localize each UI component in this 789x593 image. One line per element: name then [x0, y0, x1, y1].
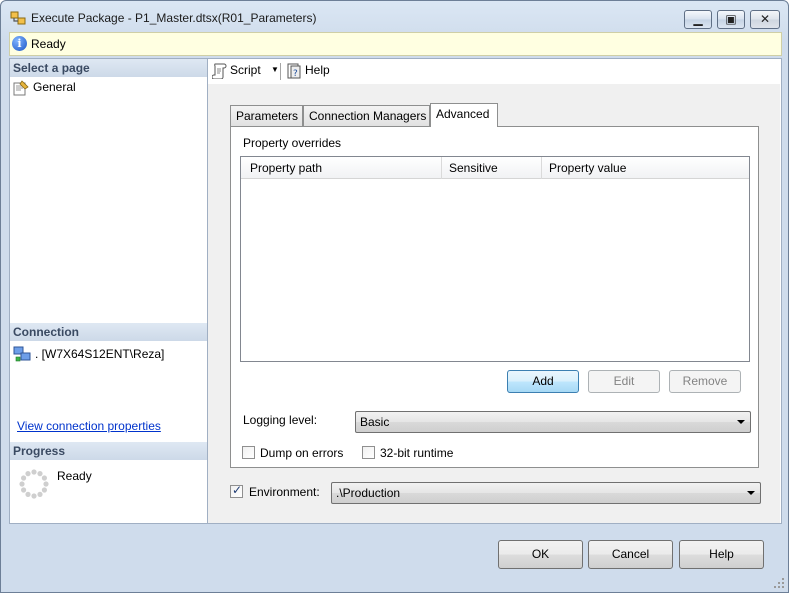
right-pane: Script ▼ ? Help Parameters Connection Ma…: [208, 58, 782, 524]
script-label: Script: [230, 63, 261, 77]
cancel-button[interactable]: Cancel: [588, 540, 673, 569]
package-icon: [10, 11, 26, 25]
tab-connection-managers[interactable]: Connection Managers: [303, 105, 430, 126]
checkmark-icon: ✓: [232, 483, 243, 497]
left-pane: Select a page General Connection . [W7X6…: [9, 58, 208, 524]
column-divider[interactable]: [441, 157, 442, 179]
help-icon: ?: [287, 63, 301, 79]
svg-text:?: ?: [293, 69, 298, 79]
status-text: Ready: [31, 37, 66, 51]
property-overrides-grid[interactable]: Property path Sensitive Property value: [240, 156, 750, 362]
close-icon: ✕: [759, 12, 771, 26]
maximize-icon: ▣: [725, 12, 737, 26]
help-label: Help: [305, 63, 330, 77]
add-button[interactable]: Add: [507, 370, 579, 393]
title-bar: Execute Package - P1_Master.dtsx(R01_Par…: [1, 1, 788, 31]
dump-on-errors-checkbox[interactable]: [242, 446, 255, 459]
dropdown-arrow-icon: [737, 420, 745, 424]
resize-grip-icon[interactable]: [774, 578, 784, 588]
dump-on-errors-label: Dump on errors: [260, 446, 344, 460]
dropdown-arrow-icon[interactable]: ▼: [271, 63, 279, 77]
remove-button[interactable]: Remove: [669, 370, 741, 393]
environment-label: Environment:: [249, 485, 320, 499]
toolbar-separator: [280, 63, 281, 80]
page-label: General: [33, 80, 76, 94]
progress-header: Progress: [10, 442, 207, 460]
close-button[interactable]: ✕: [750, 10, 780, 29]
connection-header: Connection: [10, 323, 207, 341]
column-header-property-value[interactable]: Property value: [549, 161, 626, 175]
info-icon: i: [12, 36, 27, 51]
page-icon: [13, 80, 29, 96]
grid-header: Property path Sensitive Property value: [241, 157, 749, 179]
column-header-property-path[interactable]: Property path: [250, 161, 322, 175]
logging-level-label: Logging level:: [243, 413, 318, 427]
view-connection-properties-link[interactable]: View connection properties: [17, 419, 161, 433]
column-divider[interactable]: [541, 157, 542, 179]
environment-select[interactable]: .\Production: [331, 482, 761, 504]
property-overrides-label: Property overrides: [243, 136, 342, 150]
minimize-button[interactable]: ▁: [684, 10, 712, 29]
environment-checkbox[interactable]: ✓: [230, 483, 243, 498]
environment-value: .\Production: [336, 486, 401, 500]
column-header-sensitive[interactable]: Sensitive: [449, 161, 498, 175]
advanced-panel: Property overrides Property path Sensiti…: [230, 126, 759, 468]
script-icon: [212, 63, 227, 79]
help-button[interactable]: Help: [679, 540, 764, 569]
logging-level-select[interactable]: Basic: [355, 411, 751, 433]
logging-level-value: Basic: [360, 415, 390, 429]
select-page-header: Select a page: [10, 59, 207, 77]
ok-button[interactable]: OK: [498, 540, 583, 569]
status-bar: i Ready: [9, 32, 782, 56]
toolbar: Script ▼ ? Help: [208, 59, 780, 84]
server-connection-icon: [13, 346, 31, 362]
window-title: Execute Package - P1_Master.dtsx(R01_Par…: [31, 11, 317, 25]
execute-package-window: Execute Package - P1_Master.dtsx(R01_Par…: [0, 0, 789, 593]
tab-parameters[interactable]: Parameters: [230, 105, 303, 126]
dropdown-arrow-icon: [747, 491, 755, 495]
minimize-icon: ▁: [693, 12, 703, 26]
tab-advanced[interactable]: Advanced: [430, 103, 498, 127]
maximize-button[interactable]: ▣: [717, 10, 745, 29]
progress-spinner-icon: [19, 469, 49, 499]
progress-status: Ready: [57, 469, 92, 483]
edit-button[interactable]: Edit: [588, 370, 660, 393]
connection-value: . [W7X64S12ENT\Reza]: [35, 347, 165, 361]
32-bit-runtime-label: 32-bit runtime: [380, 446, 454, 460]
32-bit-runtime-checkbox[interactable]: [362, 446, 375, 459]
